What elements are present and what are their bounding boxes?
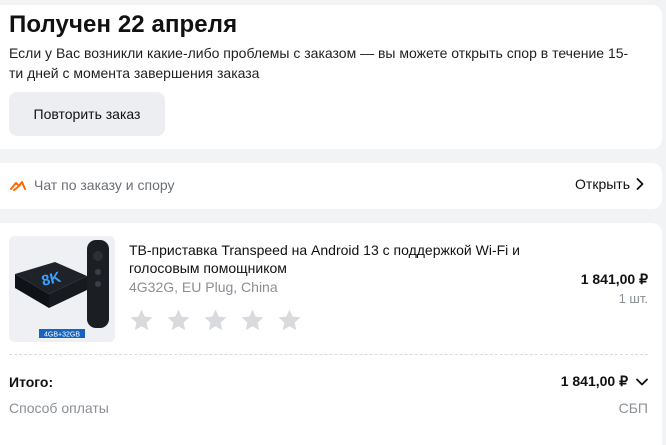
order-status-title: Получен 22 апреля [9,11,238,38]
product-quantity: 1 шт. [618,291,648,306]
repeat-order-button[interactable]: Повторить заказ [9,92,165,136]
handshake-icon [9,177,27,195]
star-icon[interactable] [203,308,228,333]
star-icon[interactable] [129,308,154,333]
total-expand-toggle[interactable]: 1 841,00 ₽ [561,373,648,390]
divider [9,354,648,355]
order-chat-row[interactable]: Чат по заказу и спору Открыть [0,163,662,209]
rating-stars[interactable] [129,308,302,333]
dispute-info-text: Если у Вас возникли какие-либо проблемы … [9,45,629,81]
chevron-right-icon [636,178,644,190]
order-chat-label: Чат по заказу и спору [34,177,175,193]
star-icon[interactable] [277,308,302,333]
star-icon[interactable] [240,308,265,333]
total-label: Итого: [9,374,54,390]
open-chat-label: Открыть [575,176,630,192]
product-price: 1 841,00 ₽ [580,271,648,287]
payment-method-value: СБП [618,400,648,416]
order-items-card: 8K 4GB+32GB ТВ-приставка Transpeed на An… [0,223,662,445]
payment-method-label: Способ оплаты [9,400,109,416]
total-value: 1 841,00 ₽ [560,373,628,389]
product-title[interactable]: ТВ-приставка Transpeed на Android 13 с п… [129,241,539,277]
chevron-down-icon [636,378,648,385]
product-variant: 4G32G, EU Plug, China [129,279,278,295]
order-status-card: Получен 22 апреля Если у Вас возникли ка… [0,5,662,149]
svg-text:4GB+32GB: 4GB+32GB [44,332,80,339]
open-chat-link[interactable]: Открыть [575,176,644,192]
product-image[interactable]: 8K 4GB+32GB [9,236,115,342]
star-icon[interactable] [166,308,191,333]
